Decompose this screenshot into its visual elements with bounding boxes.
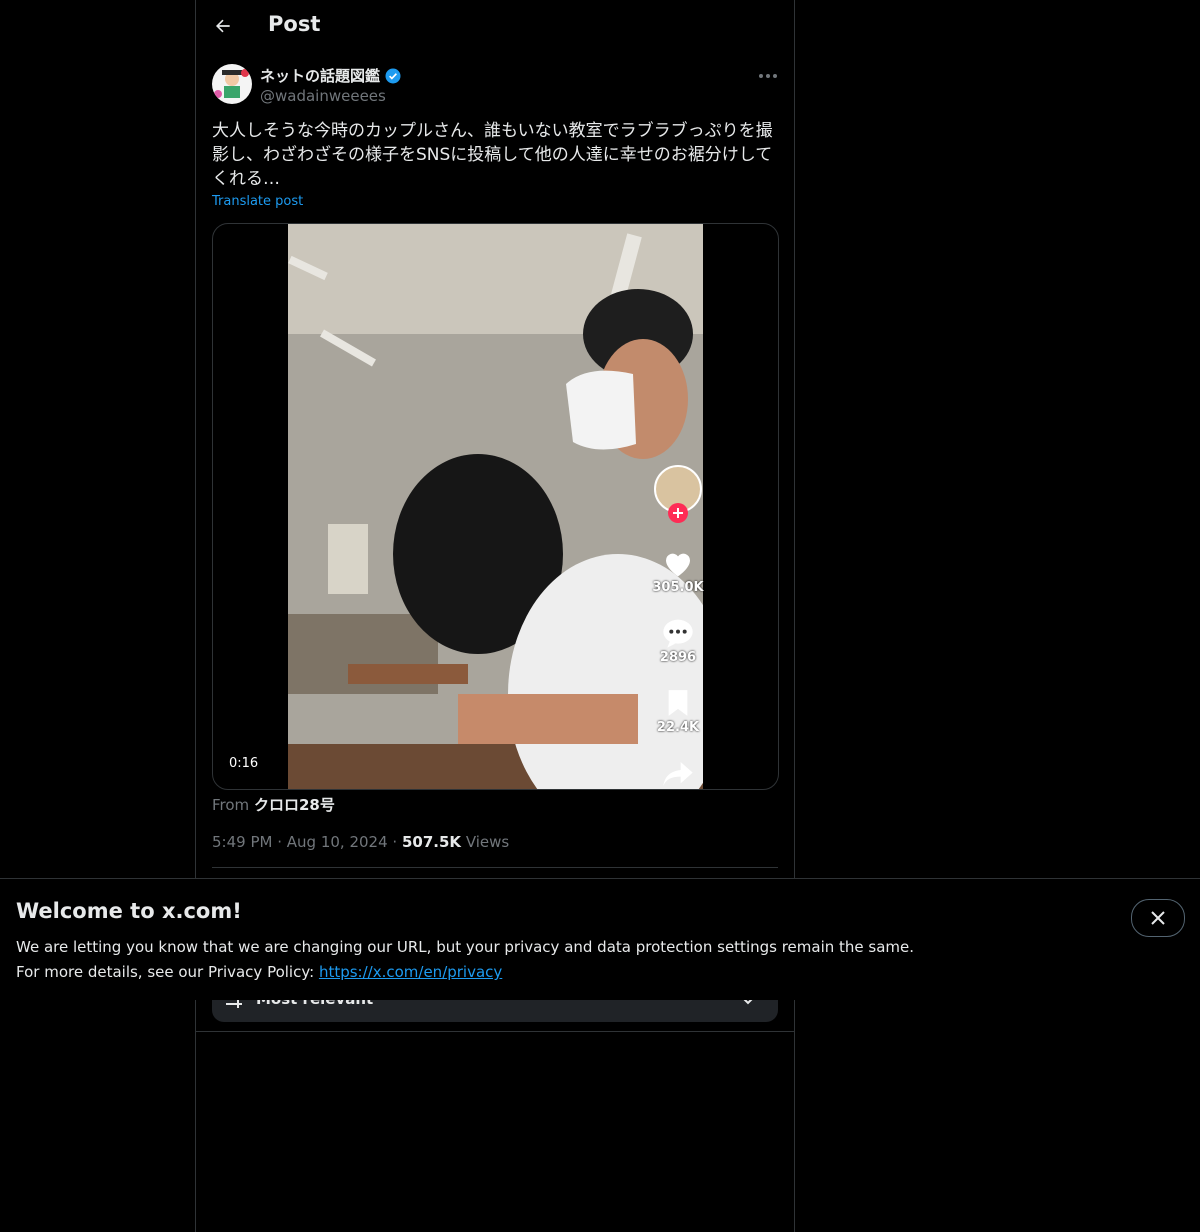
verified-badge-icon xyxy=(385,68,401,83)
post-text: 大人しそうな今時のカップルさん、誰もいない教室でラブラブっぷりを撮影し、わざわざ… xyxy=(212,121,773,189)
top-bar: Post xyxy=(196,0,794,54)
comments-count: 2896 xyxy=(659,650,697,665)
bookmark-icon[interactable] xyxy=(665,689,691,717)
meta-separator: · xyxy=(392,833,402,851)
post-time[interactable]: 5:49 PM xyxy=(212,833,272,851)
more-options-button[interactable] xyxy=(752,64,784,88)
author-name[interactable]: ネットの話題図鑑 xyxy=(260,65,402,86)
divider xyxy=(212,867,778,868)
banner-line-2-prefix: For more details, see our Privacy Policy… xyxy=(16,963,319,981)
translate-post-link[interactable]: Translate post xyxy=(212,194,303,209)
heart-icon[interactable] xyxy=(662,548,694,578)
saves-count: 22.4K xyxy=(656,720,700,735)
likes-count: 305.0K xyxy=(652,580,704,595)
creator-avatar-icon[interactable] xyxy=(653,464,703,524)
views-label: Views xyxy=(465,833,510,851)
video-player[interactable]: 305.0K 2896 22.4K 0:16 xyxy=(212,223,779,790)
more-dots-icon xyxy=(759,74,777,78)
main-column: Post ネットの話題図鑑 @wadainweeees 大人しそうな今時のカップ… xyxy=(195,0,795,1232)
author-handle[interactable]: @wadainweeees xyxy=(260,87,386,105)
meta-separator: · xyxy=(277,833,287,851)
post-meta: 5:49 PM · Aug 10, 2024 · 507.5K Views xyxy=(212,833,509,851)
share-icon[interactable] xyxy=(662,760,694,788)
video-source: From クロロ28号 xyxy=(212,794,335,815)
video-frame xyxy=(288,224,703,789)
privacy-policy-link[interactable]: https://x.com/en/privacy xyxy=(319,963,502,981)
comment-icon[interactable] xyxy=(662,618,694,648)
banner-message: We are letting you know that we are chan… xyxy=(16,935,914,985)
avatar[interactable] xyxy=(212,64,252,104)
banner-line-2: For more details, see our Privacy Policy… xyxy=(16,960,914,985)
from-label: From xyxy=(212,796,250,814)
welcome-banner: Welcome to x.com! We are letting you kno… xyxy=(0,878,1200,1000)
close-icon xyxy=(1151,911,1165,925)
source-account-link[interactable]: クロロ28号 xyxy=(254,796,335,814)
banner-line-1: We are letting you know that we are chan… xyxy=(16,938,915,956)
author-display-name[interactable]: ネットの話題図鑑 xyxy=(260,65,380,86)
banner-title: Welcome to x.com! xyxy=(16,899,242,923)
close-banner-button[interactable] xyxy=(1131,899,1185,937)
divider xyxy=(196,1031,794,1032)
back-button[interactable] xyxy=(206,9,240,43)
video-duration: 0:16 xyxy=(223,754,265,773)
page-title: Post xyxy=(268,12,321,36)
back-arrow-icon xyxy=(216,19,230,33)
views-count: 507.5K xyxy=(401,833,462,851)
post-date[interactable]: Aug 10, 2024 xyxy=(287,833,388,851)
